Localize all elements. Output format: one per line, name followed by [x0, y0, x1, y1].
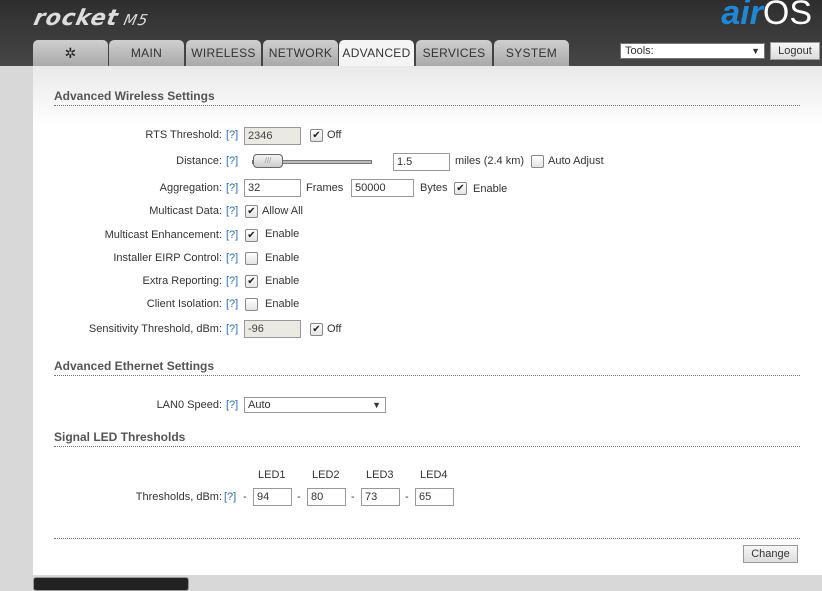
lan0-speed-value: Auto	[248, 399, 271, 411]
multicast-enhancement-check-label: Enable	[265, 228, 300, 240]
lan0-speed-label: LAN0 Speed:	[156, 399, 222, 411]
tools-select[interactable]: Tools: ▼	[620, 43, 765, 59]
eirp-check-label: Enable	[265, 252, 300, 264]
logout-button[interactable]: Logout	[770, 42, 820, 60]
bytes-unit: Bytes	[420, 182, 448, 194]
tab-main[interactable]: MAIN	[109, 40, 184, 66]
aggregation-label: Aggregation:	[159, 182, 222, 194]
sensitivity-input[interactable]: -96	[244, 320, 301, 338]
help-link[interactable]: [?]	[226, 275, 238, 287]
divider	[54, 538, 800, 539]
tab-logo[interactable]: ✲	[33, 40, 108, 66]
airos-logo: airOS	[721, 0, 812, 33]
client-isolation-label: Client Isolation:	[146, 298, 222, 310]
led3-input[interactable]: 73	[361, 488, 400, 506]
client-isolation-check-label: Enable	[265, 298, 300, 310]
help-link[interactable]: [?]	[226, 155, 238, 167]
auto-adjust-label: Auto Adjust	[548, 155, 604, 167]
led4-header: LED4	[420, 469, 448, 481]
help-link[interactable]: [?]	[224, 491, 236, 503]
led4-input[interactable]: 65	[415, 488, 454, 506]
dash: -	[351, 491, 355, 503]
dash: -	[243, 491, 247, 503]
thresholds-label: Thresholds, dBm:	[135, 491, 222, 503]
distance-slider-handle[interactable]: ///	[253, 154, 283, 168]
aggregation-enable-label: Enable	[473, 183, 508, 195]
led1-header: LED1	[258, 469, 286, 481]
tab-advanced[interactable]: ADVANCED	[339, 40, 414, 67]
help-link[interactable]: [?]	[226, 399, 238, 411]
product-name: rocket	[31, 6, 121, 31]
rocket-logo: rocketM5	[31, 6, 151, 31]
dash: -	[405, 491, 409, 503]
help-link[interactable]: [?]	[226, 229, 238, 241]
tools-value: Tools:	[625, 45, 654, 57]
multicast-enhancement-label: Multicast Enhancement:	[104, 229, 222, 241]
multicast-check-label: Allow All	[262, 205, 303, 217]
aggregation-bytes-input[interactable]: 50000	[351, 179, 414, 197]
tab-system[interactable]: SYSTEM	[494, 40, 569, 66]
tab-network[interactable]: NETWORK	[263, 40, 338, 66]
help-link[interactable]: [?]	[226, 252, 238, 264]
multicast-checkbox[interactable]: ✔	[245, 205, 258, 218]
extra-reporting-label: Extra Reporting:	[142, 275, 222, 287]
aggregation-frames-input[interactable]: 32	[244, 179, 301, 197]
extra-reporting-check-label: Enable	[265, 275, 300, 287]
eirp-checkbox[interactable]	[245, 252, 258, 265]
multicast-enhancement-checkbox[interactable]: ✔	[245, 229, 258, 242]
rts-label: RTS Threshold:	[145, 129, 222, 141]
sensitivity-off-label: Off	[327, 323, 342, 335]
client-isolation-checkbox[interactable]	[245, 298, 258, 311]
lan0-speed-select[interactable]: Auto ▼	[244, 397, 386, 413]
multicast-label: Multicast Data:	[149, 205, 222, 217]
rts-input[interactable]: 2346	[244, 127, 301, 145]
extra-reporting-checkbox[interactable]: ✔	[245, 275, 258, 288]
led1-input[interactable]: 94	[253, 488, 292, 506]
led2-header: LED2	[312, 469, 340, 481]
help-link[interactable]: [?]	[226, 182, 238, 194]
change-button[interactable]: Change	[743, 545, 798, 563]
brand-os: OS	[762, 0, 812, 32]
help-link[interactable]: [?]	[226, 129, 238, 141]
aggregation-enable-checkbox[interactable]: ✔	[454, 182, 467, 195]
dropdown-arrow-icon: ▼	[372, 400, 381, 410]
section-title-led: Signal LED Thresholds	[54, 430, 800, 447]
sensitivity-label: Sensitivity Threshold, dBm:	[88, 323, 222, 335]
distance-input[interactable]: 1.5	[393, 153, 450, 171]
rts-off-checkbox[interactable]: ✔	[310, 129, 323, 142]
eirp-label: Installer EIRP Control:	[113, 252, 222, 264]
dash: -	[297, 491, 301, 503]
ubiquiti-logo-icon: ✲	[64, 45, 77, 61]
brand-air: air	[721, 0, 763, 32]
distance-label: Distance:	[176, 155, 222, 167]
section-title-ethernet: Advanced Ethernet Settings	[54, 359, 800, 376]
model-name: M5	[122, 11, 151, 29]
help-link[interactable]: [?]	[226, 205, 238, 217]
led3-header: LED3	[366, 469, 394, 481]
distance-unit: miles (2.4 km)	[455, 155, 525, 167]
help-link[interactable]: [?]	[226, 298, 238, 310]
auto-adjust-checkbox[interactable]	[531, 155, 544, 168]
sensitivity-off-checkbox[interactable]: ✔	[310, 323, 323, 336]
dropdown-arrow-icon: ▼	[751, 46, 760, 56]
tab-wireless[interactable]: WIRELESS	[186, 40, 261, 66]
tab-services[interactable]: SERVICES	[416, 40, 492, 66]
section-title-wireless: Advanced Wireless Settings	[54, 89, 800, 106]
frames-unit: Frames	[306, 182, 344, 194]
led2-input[interactable]: 80	[307, 488, 346, 506]
rts-off-label: Off	[327, 129, 342, 141]
help-link[interactable]: [?]	[226, 323, 238, 335]
